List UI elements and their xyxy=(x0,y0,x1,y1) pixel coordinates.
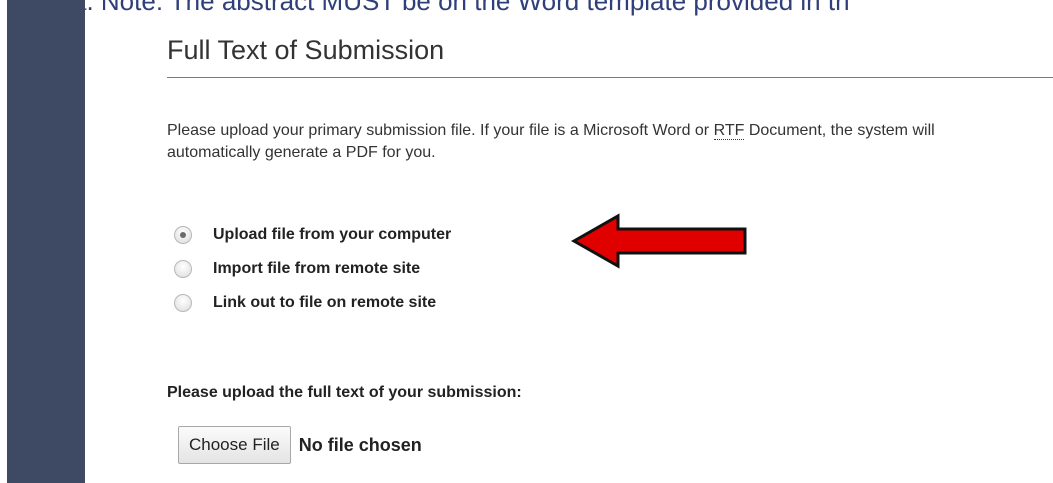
page-title: Full Text of Submission xyxy=(167,35,445,65)
file-status-text: No file chosen xyxy=(298,434,422,455)
radio-option-import-remote[interactable]: Import file from remote site xyxy=(174,252,451,286)
choose-file-button[interactable]: Choose File xyxy=(178,426,291,464)
radio-button-import-remote[interactable] xyxy=(174,260,192,278)
heading-divider xyxy=(167,77,1053,78)
left-sidebar xyxy=(7,0,85,483)
radio-option-link-remote[interactable]: Link out to file on remote site xyxy=(174,286,451,320)
upload-prompt-label: Please upload the full text of your subm… xyxy=(167,384,522,401)
cropped-instruction-text: a. Note: The abstract MUST be on the Wor… xyxy=(72,0,850,16)
radio-button-link-remote[interactable] xyxy=(174,294,192,312)
radio-label-upload-computer[interactable]: Upload file from your computer xyxy=(213,226,451,244)
radio-option-upload-computer[interactable]: Upload file from your computer xyxy=(174,218,451,252)
red-arrow-icon xyxy=(570,213,747,269)
rtf-abbreviation: RTF xyxy=(713,122,745,140)
radio-label-link-remote[interactable]: Link out to file on remote site xyxy=(213,294,436,312)
upload-method-group: Upload file from your computer Import fi… xyxy=(174,218,451,320)
radio-label-import-remote[interactable]: Import file from remote site xyxy=(213,260,420,278)
description-text-1: Please upload your primary submission fi… xyxy=(167,122,714,139)
radio-button-upload-computer[interactable] xyxy=(174,226,192,244)
file-input[interactable]: Choose File No file chosen xyxy=(178,426,422,464)
upload-description: Please upload your primary submission fi… xyxy=(167,120,1027,164)
